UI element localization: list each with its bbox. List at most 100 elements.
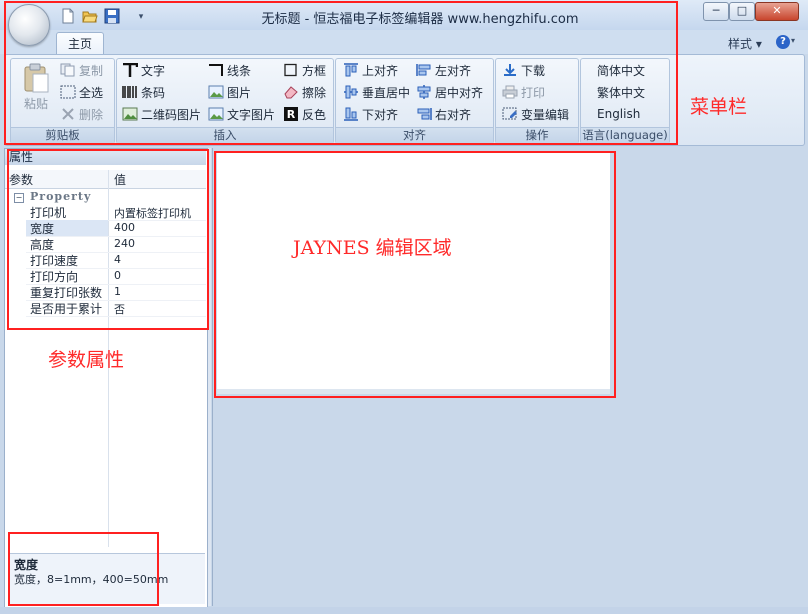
help-dropdown-icon[interactable]: ▾ (791, 36, 795, 45)
qrcode-image-icon (122, 107, 138, 121)
app-menu-button[interactable] (8, 4, 50, 46)
invert-icon: R (283, 107, 299, 121)
erase-label: 擦除 (302, 86, 327, 100)
property-value[interactable]: 0 (114, 269, 121, 282)
property-row[interactable]: 打印方向 0 (26, 268, 206, 285)
collapse-icon[interactable]: − (14, 193, 24, 203)
property-row[interactable]: 高度 240 (26, 236, 206, 253)
align-left-icon (416, 63, 432, 77)
paste-button[interactable]: 粘贴 (24, 95, 48, 112)
insert-barcode-label: 条码 (141, 86, 166, 100)
align-hcenter-label: 居中对齐 (435, 86, 484, 100)
align-bottom-icon (343, 107, 359, 121)
print-button[interactable]: 打印 (502, 84, 545, 101)
insert-text-image-button[interactable]: 文字图片 (208, 106, 275, 123)
property-row[interactable]: 打印速度 4 (26, 252, 206, 269)
property-key: 是否用于累计 (30, 302, 103, 316)
variable-edit-button[interactable]: 变量编辑 (502, 106, 569, 123)
property-row[interactable]: 是否用于累计否 (26, 300, 206, 317)
open-folder-icon[interactable] (82, 8, 98, 24)
property-value[interactable]: 1 (114, 285, 121, 298)
align-vcenter-label: 垂直居中 (362, 86, 411, 100)
invert-button[interactable]: R 反色 (283, 106, 326, 123)
lang-english-button[interactable]: English (597, 107, 640, 121)
insert-barcode-button[interactable]: 条码 (122, 84, 165, 101)
download-button[interactable]: 下载 (502, 62, 545, 79)
maximize-button[interactable]: □ (729, 2, 755, 21)
insert-qrcode-button[interactable]: 二维码图片 (122, 106, 201, 123)
property-row[interactable]: 重复打印张数 1 (26, 284, 206, 301)
status-bar (0, 607, 808, 614)
column-header-param: 参数 (9, 173, 34, 187)
window-title: 无标题 - 恒志福电子标签编辑器 www.hengzhifu.com (261, 12, 579, 27)
label-canvas[interactable] (217, 153, 610, 394)
insert-frame-button[interactable]: 方框 (283, 62, 326, 79)
group-label-ops: 操作 (496, 127, 578, 143)
property-value[interactable]: 否 (114, 301, 125, 317)
line-icon (208, 63, 224, 77)
align-right-button[interactable]: 右对齐 (416, 106, 471, 123)
copy-label: 复制 (79, 64, 104, 78)
printer-icon (502, 85, 518, 99)
property-row[interactable]: 打印机 内置标签打印机 (26, 204, 206, 221)
group-label-align: 对齐 (336, 127, 493, 143)
select-all-label: 全选 (79, 86, 104, 100)
svg-text:R: R (287, 108, 296, 121)
group-label-clipboard: 剪贴板 (11, 127, 114, 143)
save-icon[interactable] (104, 8, 120, 24)
close-button[interactable]: ✕ (755, 2, 799, 21)
download-label: 下载 (521, 64, 546, 78)
align-left-button[interactable]: 左对齐 (416, 62, 471, 79)
column-header-value: 值 (114, 173, 127, 187)
align-top-icon (343, 63, 359, 77)
property-value[interactable]: 4 (114, 253, 121, 266)
delete-button[interactable]: 删除 (60, 106, 103, 123)
select-all-button[interactable]: 全选 (60, 84, 103, 101)
insert-text-image-label: 文字图片 (227, 108, 276, 122)
qat-customize-icon[interactable]: ▾ (134, 10, 148, 24)
minimize-button[interactable]: ─ (703, 2, 729, 21)
download-icon (502, 63, 518, 77)
annotation-menubar: 菜单栏 (690, 96, 748, 118)
style-menu[interactable]: 样式 ▾ (728, 35, 762, 52)
text-icon (122, 62, 139, 77)
panel-splitter[interactable] (208, 148, 211, 606)
new-file-icon[interactable] (60, 8, 76, 24)
ribbon-tab-row (0, 30, 808, 54)
property-value[interactable]: 240 (114, 237, 135, 250)
align-top-button[interactable]: 上对齐 (343, 62, 398, 79)
edit-area-annotation: JAYNES 编辑区域 (293, 237, 452, 259)
image-icon (208, 85, 224, 99)
align-right-icon (416, 107, 432, 121)
insert-text-label: 文字 (141, 64, 166, 78)
text-image-icon (208, 107, 224, 121)
insert-frame-label: 方框 (302, 64, 327, 78)
insert-line-button[interactable]: 线条 (208, 62, 251, 79)
align-hcenter-button[interactable]: 居中对齐 (416, 84, 483, 101)
property-value[interactable]: 内置标签打印机 (114, 205, 191, 221)
align-vcenter-button[interactable]: 垂直居中 (343, 84, 410, 101)
help-icon[interactable]: ? (776, 35, 790, 49)
copy-icon (60, 63, 76, 77)
property-key: 重复打印张数 (30, 286, 103, 300)
property-value[interactable]: 400 (114, 221, 135, 234)
group-label-language: 语言(language) (581, 127, 669, 143)
frame-icon (283, 63, 299, 77)
property-key: 打印速度 (30, 254, 79, 268)
delete-icon (60, 107, 76, 121)
group-label-insert: 插入 (117, 127, 333, 143)
tab-home[interactable]: 主页 (56, 32, 104, 55)
property-row[interactable]: 宽度 400 (26, 220, 206, 237)
lang-simplified-button[interactable]: 简体中文 (597, 62, 645, 79)
insert-text-button[interactable]: 文字 (122, 62, 165, 79)
invert-label: 反色 (302, 108, 327, 122)
lang-traditional-button[interactable]: 繁体中文 (597, 84, 645, 101)
paste-icon[interactable] (22, 62, 50, 94)
property-key: 打印机 (30, 206, 67, 220)
align-left-label: 左对齐 (435, 64, 472, 78)
erase-button[interactable]: 擦除 (283, 84, 326, 101)
copy-button[interactable]: 复制 (60, 62, 103, 79)
align-bottom-button[interactable]: 下对齐 (343, 106, 398, 123)
annotation-params: 参数属性 (48, 349, 125, 371)
insert-image-button[interactable]: 图片 (208, 84, 251, 101)
